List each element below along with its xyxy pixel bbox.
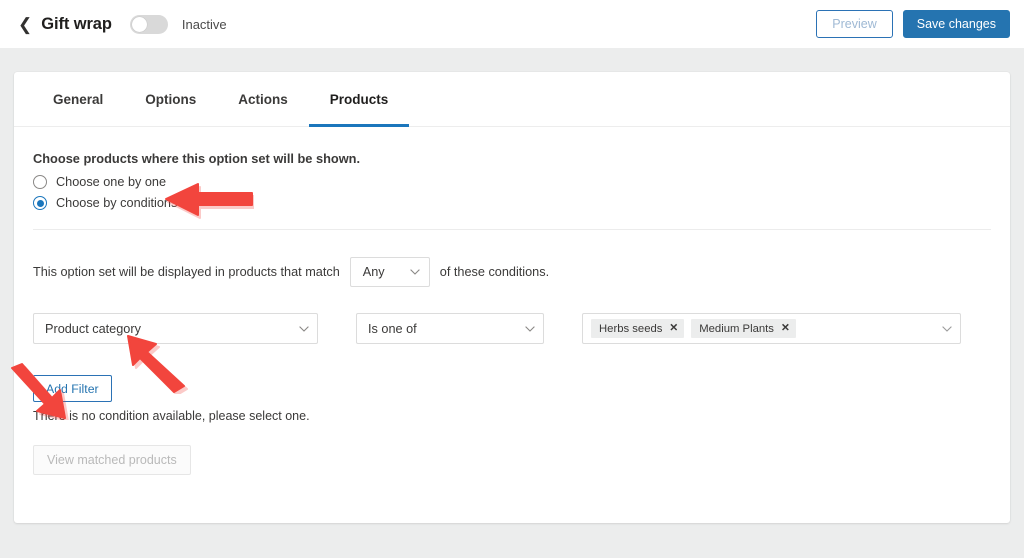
chevron-down-icon [409, 269, 420, 275]
condition-sentence: This option set will be displayed in pro… [33, 257, 991, 287]
toggle-status-label: Inactive [181, 16, 227, 32]
tab-bar: General Options Actions Products [14, 72, 1010, 127]
radio-choose-one-by-one[interactable]: Choose one by one [33, 175, 991, 189]
tab-products[interactable]: Products [308, 72, 410, 127]
value-chip-label: Medium Plants [699, 322, 774, 335]
active-toggle[interactable] [129, 14, 168, 34]
sentence-prefix: This option set will be displayed in pro… [33, 265, 340, 279]
tab-actions[interactable]: Actions [217, 72, 309, 126]
filter-row: Product category Is one of Herbs seeds ✕… [33, 313, 991, 344]
tab-general[interactable]: General [32, 72, 124, 126]
page-title: Gift wrap [41, 14, 112, 33]
top-bar-actions: Preview Save changes [816, 10, 1010, 38]
chevron-down-icon [525, 325, 535, 332]
chevron-down-icon [299, 325, 309, 332]
settings-card: General Options Actions Products Choose … [14, 72, 1010, 523]
radio-label-by-conditions: Choose by conditions [56, 196, 178, 210]
radio-choose-by-conditions[interactable]: Choose by conditions [33, 196, 991, 210]
chevron-down-icon [942, 325, 952, 332]
preview-button[interactable]: Preview [816, 10, 893, 38]
section-divider [33, 229, 991, 230]
close-icon[interactable]: ✕ [781, 323, 790, 334]
value-chip-label: Herbs seeds [599, 322, 663, 335]
products-panel: Choose products where this option set wi… [14, 127, 1010, 475]
save-changes-button[interactable]: Save changes [902, 10, 1010, 38]
close-icon[interactable]: ✕ [669, 323, 678, 334]
condition-hint-text: There is no condition available, please … [33, 409, 310, 423]
radio-icon-unchecked[interactable] [33, 175, 47, 189]
sentence-suffix: of these conditions. [439, 265, 550, 279]
value-chip: Medium Plants ✕ [691, 319, 796, 338]
view-matched-products-button[interactable]: View matched products [33, 445, 191, 475]
radio-label-one-by-one: Choose one by one [56, 175, 167, 189]
radio-icon-checked[interactable] [33, 196, 47, 210]
value-chip: Herbs seeds ✕ [591, 319, 685, 338]
top-bar: ❮ Gift wrap Inactive Preview Save change… [0, 0, 1024, 48]
match-type-value: Any [362, 265, 385, 279]
match-type-select[interactable]: Any [349, 257, 430, 287]
filter-field-value: Product category [45, 321, 141, 336]
filter-values-select[interactable]: Herbs seeds ✕ Medium Plants ✕ [582, 313, 961, 344]
section-title: Choose products where this option set wi… [33, 151, 361, 166]
filter-operator-select[interactable]: Is one of [356, 313, 544, 344]
back-chevron-icon[interactable]: ❮ [18, 16, 32, 33]
filter-operator-value: Is one of [368, 321, 417, 336]
toggle-knob [131, 16, 147, 32]
tab-options[interactable]: Options [124, 72, 217, 126]
filter-field-select[interactable]: Product category [33, 313, 318, 344]
add-filter-button[interactable]: Add Filter [33, 375, 112, 402]
